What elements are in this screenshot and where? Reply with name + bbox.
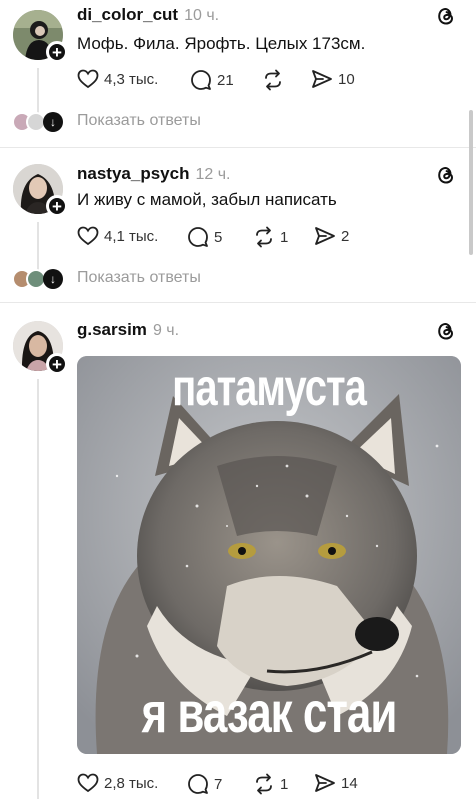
repost-count: 1 xyxy=(280,775,289,793)
like-button[interactable]: 4,3 тыс. xyxy=(77,69,158,89)
comment-count: 7 xyxy=(214,775,223,793)
follow-plus-icon[interactable]: + xyxy=(46,353,68,375)
post-actions: 4,3 тыс. 21 10 xyxy=(77,69,457,93)
like-button[interactable]: 2,8 тыс. xyxy=(77,773,158,793)
thread-line xyxy=(37,68,39,116)
repost-icon xyxy=(265,69,281,91)
username[interactable]: di_color_cut 10 ч. xyxy=(77,5,219,25)
threads-icon[interactable] xyxy=(436,320,456,342)
meme-caption-top: патамуста xyxy=(172,359,367,417)
share-button[interactable]: 2 xyxy=(314,226,349,246)
show-replies-row[interactable]: ↓ Показать ответы xyxy=(0,110,476,134)
follow-plus-icon[interactable]: + xyxy=(46,195,68,217)
post-actions: 4,1 тыс. 5 1 2 xyxy=(77,226,457,250)
post-nastya-psych: + nastya_psych 12 ч. И живу с мамой, забы… xyxy=(0,148,476,298)
comment-icon xyxy=(188,774,208,794)
comment-count: 21 xyxy=(217,71,234,89)
show-replies-link[interactable]: Показать ответы xyxy=(77,112,201,130)
share-icon xyxy=(312,70,332,88)
show-replies-link[interactable]: Показать ответы xyxy=(77,269,201,287)
meme-caption-bottom: я вазак стаи xyxy=(141,681,398,746)
post-time: 12 ч. xyxy=(195,166,231,183)
repost-button[interactable] xyxy=(262,69,289,91)
threads-icon[interactable] xyxy=(436,5,456,27)
repost-icon xyxy=(256,773,272,795)
like-count: 4,3 тыс. xyxy=(104,70,159,88)
username[interactable]: g.sarsim 9 ч. xyxy=(77,320,179,340)
like-icon xyxy=(77,773,99,793)
threads-icon[interactable] xyxy=(436,164,456,186)
post-image-wolf-meme[interactable]: патамуста я вазак стаи xyxy=(77,356,461,754)
post-text: Мофь. Фила. Ярофть. Целых 173см. xyxy=(77,34,366,53)
username[interactable]: nastya_psych 12 ч. xyxy=(77,164,230,184)
post-time: 10 ч. xyxy=(184,7,220,24)
post-di-color-cut: + di_color_cut 10 ч. Мофь. Фила. Ярофть. … xyxy=(0,0,476,145)
repost-icon xyxy=(256,226,272,248)
username-text[interactable]: nastya_psych xyxy=(77,164,189,183)
username-text[interactable]: g.sarsim xyxy=(77,320,147,339)
post-text: И живу с мамой, забыл написать xyxy=(77,190,337,209)
repost-button[interactable]: 1 xyxy=(253,773,288,795)
repost-button[interactable]: 1 xyxy=(253,226,288,248)
repost-count: 1 xyxy=(280,228,289,246)
like-button[interactable]: 4,1 тыс. xyxy=(77,226,158,246)
chevron-down-icon: ↓ xyxy=(43,112,63,132)
comment-button[interactable]: 21 xyxy=(190,69,234,91)
like-icon xyxy=(77,226,99,246)
comment-button[interactable]: 7 xyxy=(187,773,222,795)
follow-plus-icon[interactable]: + xyxy=(46,41,68,63)
comment-count: 5 xyxy=(214,228,223,246)
show-replies-row[interactable]: ↓ Показать ответы xyxy=(0,267,476,291)
thread-line xyxy=(37,379,39,799)
post-actions: 2,8 тыс. 7 1 14 xyxy=(77,773,457,797)
like-count: 2,8 тыс. xyxy=(104,774,159,792)
share-button[interactable]: 14 xyxy=(314,773,358,793)
post-time: 9 ч. xyxy=(152,322,180,339)
username-text[interactable]: di_color_cut xyxy=(77,5,178,24)
like-count: 4,1 тыс. xyxy=(104,227,159,245)
share-icon xyxy=(315,774,335,792)
like-icon xyxy=(77,69,99,89)
comment-button[interactable]: 5 xyxy=(187,226,222,248)
comment-icon xyxy=(191,70,211,90)
share-count: 10 xyxy=(338,70,355,88)
share-button[interactable]: 10 xyxy=(311,69,355,89)
chevron-down-icon: ↓ xyxy=(43,269,63,289)
comment-icon xyxy=(188,227,208,247)
share-count: 2 xyxy=(341,227,350,245)
thread-line xyxy=(37,222,39,272)
scrollbar[interactable] xyxy=(469,110,473,255)
share-count: 14 xyxy=(341,774,358,792)
share-icon xyxy=(315,227,335,245)
